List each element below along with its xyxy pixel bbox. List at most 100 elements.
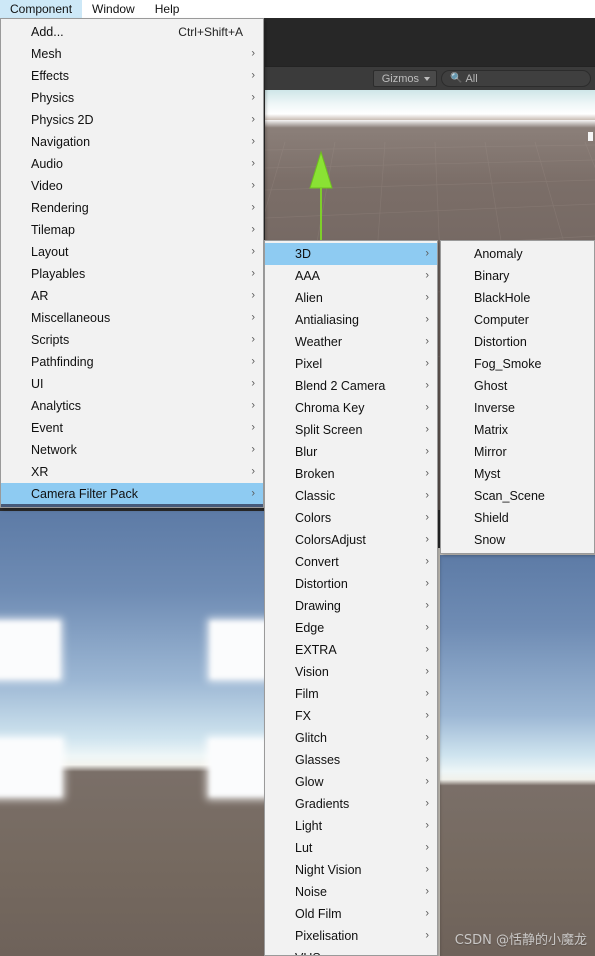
- threed-menu-item[interactable]: Snow: [441, 529, 594, 551]
- component-menu-item[interactable]: Audio ›: [1, 153, 263, 175]
- chevron-right-icon: ›: [251, 91, 255, 104]
- threed-menu-item[interactable]: BlackHole: [441, 287, 594, 309]
- scene-search-field[interactable]: 🔍 All: [441, 70, 591, 87]
- component-menu-item[interactable]: AR ›: [1, 285, 263, 307]
- camera-filter-pack-menu-item-label: 3D: [295, 247, 311, 261]
- threed-menu-item-label: Computer: [474, 313, 529, 327]
- component-menu-item-label: Mesh: [31, 47, 62, 61]
- camera-filter-pack-menu-item[interactable]: Glow ›: [265, 771, 437, 793]
- component-menu-item[interactable]: Navigation ›: [1, 131, 263, 153]
- menu-bottom-edge: [1, 504, 263, 507]
- component-menu-item-label: Rendering: [31, 201, 89, 215]
- camera-filter-pack-menu-item[interactable]: Noise ›: [265, 881, 437, 903]
- game-view-left[interactable]: [0, 511, 264, 956]
- camera-filter-pack-menu-item[interactable]: Broken ›: [265, 463, 437, 485]
- component-menu-item[interactable]: Physics ›: [1, 87, 263, 109]
- camera-filter-pack-menu-item[interactable]: Edge ›: [265, 617, 437, 639]
- chevron-right-icon: ›: [425, 555, 429, 568]
- component-menu-item[interactable]: UI ›: [1, 373, 263, 395]
- component-menu-item[interactable]: Scripts ›: [1, 329, 263, 351]
- camera-filter-pack-menu-item[interactable]: Gradients ›: [265, 793, 437, 815]
- threed-menu-item[interactable]: Scan_Scene: [441, 485, 594, 507]
- component-menu-item[interactable]: Tilemap ›: [1, 219, 263, 241]
- camera-filter-pack-menu-item[interactable]: Convert ›: [265, 551, 437, 573]
- camera-filter-pack-menu-item[interactable]: Lut ›: [265, 837, 437, 859]
- game-cube: [0, 621, 60, 679]
- chevron-right-icon: ›: [425, 489, 429, 502]
- threed-menu-item[interactable]: Binary: [441, 265, 594, 287]
- component-menu-item[interactable]: Camera Filter Pack ›: [1, 483, 263, 505]
- component-menu-item[interactable]: Event ›: [1, 417, 263, 439]
- chevron-right-icon: ›: [425, 379, 429, 392]
- component-menu-item[interactable]: Network ›: [1, 439, 263, 461]
- component-menu-item[interactable]: Physics 2D ›: [1, 109, 263, 131]
- camera-filter-pack-menu-item[interactable]: Distortion ›: [265, 573, 437, 595]
- camera-filter-pack-menu-item[interactable]: Split Screen ›: [265, 419, 437, 441]
- threed-menu-item[interactable]: Ghost: [441, 375, 594, 397]
- chevron-right-icon: ›: [425, 775, 429, 788]
- threed-menu-item[interactable]: Shield: [441, 507, 594, 529]
- component-menu-item-label: Video: [31, 179, 63, 193]
- game-view-right[interactable]: [440, 555, 595, 956]
- camera-filter-pack-menu-item[interactable]: Pixel ›: [265, 353, 437, 375]
- unity-editor-window: Gizmos 🔍 All CSDN @恬静的小魔龙 Component Wind…: [0, 0, 595, 956]
- camera-filter-pack-menu-item[interactable]: VHS ›: [265, 947, 437, 955]
- threed-menu-item[interactable]: Computer: [441, 309, 594, 331]
- camera-filter-pack-menu-item[interactable]: 3D ›: [265, 243, 437, 265]
- camera-filter-pack-menu-item[interactable]: Blur ›: [265, 441, 437, 463]
- camera-filter-pack-menu-item-label: Antialiasing: [295, 313, 359, 327]
- camera-filter-pack-menu-item[interactable]: Colors ›: [265, 507, 437, 529]
- chevron-right-icon: ›: [425, 929, 429, 942]
- camera-filter-pack-menu-item[interactable]: Pixelisation ›: [265, 925, 437, 947]
- camera-filter-pack-menu-item[interactable]: AAA ›: [265, 265, 437, 287]
- threed-menu-item[interactable]: Fog_Smoke: [441, 353, 594, 375]
- camera-filter-pack-menu-item[interactable]: Classic ›: [265, 485, 437, 507]
- camera-filter-pack-menu-item[interactable]: Blend 2 Camera ›: [265, 375, 437, 397]
- threed-menu-item[interactable]: Distortion: [441, 331, 594, 353]
- component-menu-item[interactable]: Layout ›: [1, 241, 263, 263]
- threed-menu-item[interactable]: Myst: [441, 463, 594, 485]
- camera-filter-pack-menu-item-label: Convert: [295, 555, 339, 569]
- menubar-item-component[interactable]: Component: [0, 0, 83, 18]
- threed-menu-item[interactable]: Anomaly: [441, 243, 594, 265]
- component-menu-item[interactable]: Analytics ›: [1, 395, 263, 417]
- component-menu-item[interactable]: XR ›: [1, 461, 263, 483]
- component-menu-item[interactable]: Mesh ›: [1, 43, 263, 65]
- component-menu-item-label: Network: [31, 443, 77, 457]
- camera-filter-pack-menu-item[interactable]: Weather ›: [265, 331, 437, 353]
- gizmos-dropdown[interactable]: Gizmos: [372, 70, 437, 87]
- camera-filter-pack-menu-item[interactable]: Vision ›: [265, 661, 437, 683]
- camera-filter-pack-menu-item[interactable]: Light ›: [265, 815, 437, 837]
- camera-filter-pack-menu-item[interactable]: Glasses ›: [265, 749, 437, 771]
- component-menu-item[interactable]: Miscellaneous ›: [1, 307, 263, 329]
- camera-filter-pack-menu-item[interactable]: Glitch ›: [265, 727, 437, 749]
- component-menu-item[interactable]: Pathfinding ›: [1, 351, 263, 373]
- threed-menu-item[interactable]: Inverse: [441, 397, 594, 419]
- chevron-right-icon: ›: [425, 511, 429, 524]
- component-menu-item-label: Add...: [31, 25, 64, 39]
- threed-menu-item[interactable]: Matrix: [441, 419, 594, 441]
- camera-filter-pack-menu-item-label: Weather: [295, 335, 343, 349]
- menubar-item-help[interactable]: Help: [145, 0, 190, 18]
- component-menu-item[interactable]: Effects ›: [1, 65, 263, 87]
- camera-filter-pack-menu-item[interactable]: Chroma Key ›: [265, 397, 437, 419]
- threed-menu-item[interactable]: Mirror: [441, 441, 594, 463]
- camera-filter-pack-menu-item[interactable]: ColorsAdjust ›: [265, 529, 437, 551]
- camera-filter-pack-menu-item[interactable]: Film ›: [265, 683, 437, 705]
- game-cube: [0, 739, 62, 797]
- camera-filter-pack-menu-item[interactable]: Antialiasing ›: [265, 309, 437, 331]
- component-menu-item[interactable]: Playables ›: [1, 263, 263, 285]
- component-menu-item[interactable]: Video ›: [1, 175, 263, 197]
- menubar-item-window[interactable]: Window: [82, 0, 145, 18]
- chevron-right-icon: ›: [251, 157, 255, 170]
- camera-filter-pack-menu-item[interactable]: Old Film ›: [265, 903, 437, 925]
- component-menu-item[interactable]: Rendering ›: [1, 197, 263, 219]
- camera-filter-pack-menu-item[interactable]: Night Vision ›: [265, 859, 437, 881]
- camera-filter-pack-menu-item[interactable]: EXTRA ›: [265, 639, 437, 661]
- camera-filter-pack-menu-item[interactable]: Alien ›: [265, 287, 437, 309]
- chevron-right-icon: ›: [425, 863, 429, 876]
- camera-filter-pack-menu-item[interactable]: FX ›: [265, 705, 437, 727]
- component-menu-item-label: Effects: [31, 69, 69, 83]
- camera-filter-pack-menu-item[interactable]: Drawing ›: [265, 595, 437, 617]
- component-menu-item[interactable]: Add... Ctrl+Shift+A: [1, 21, 263, 43]
